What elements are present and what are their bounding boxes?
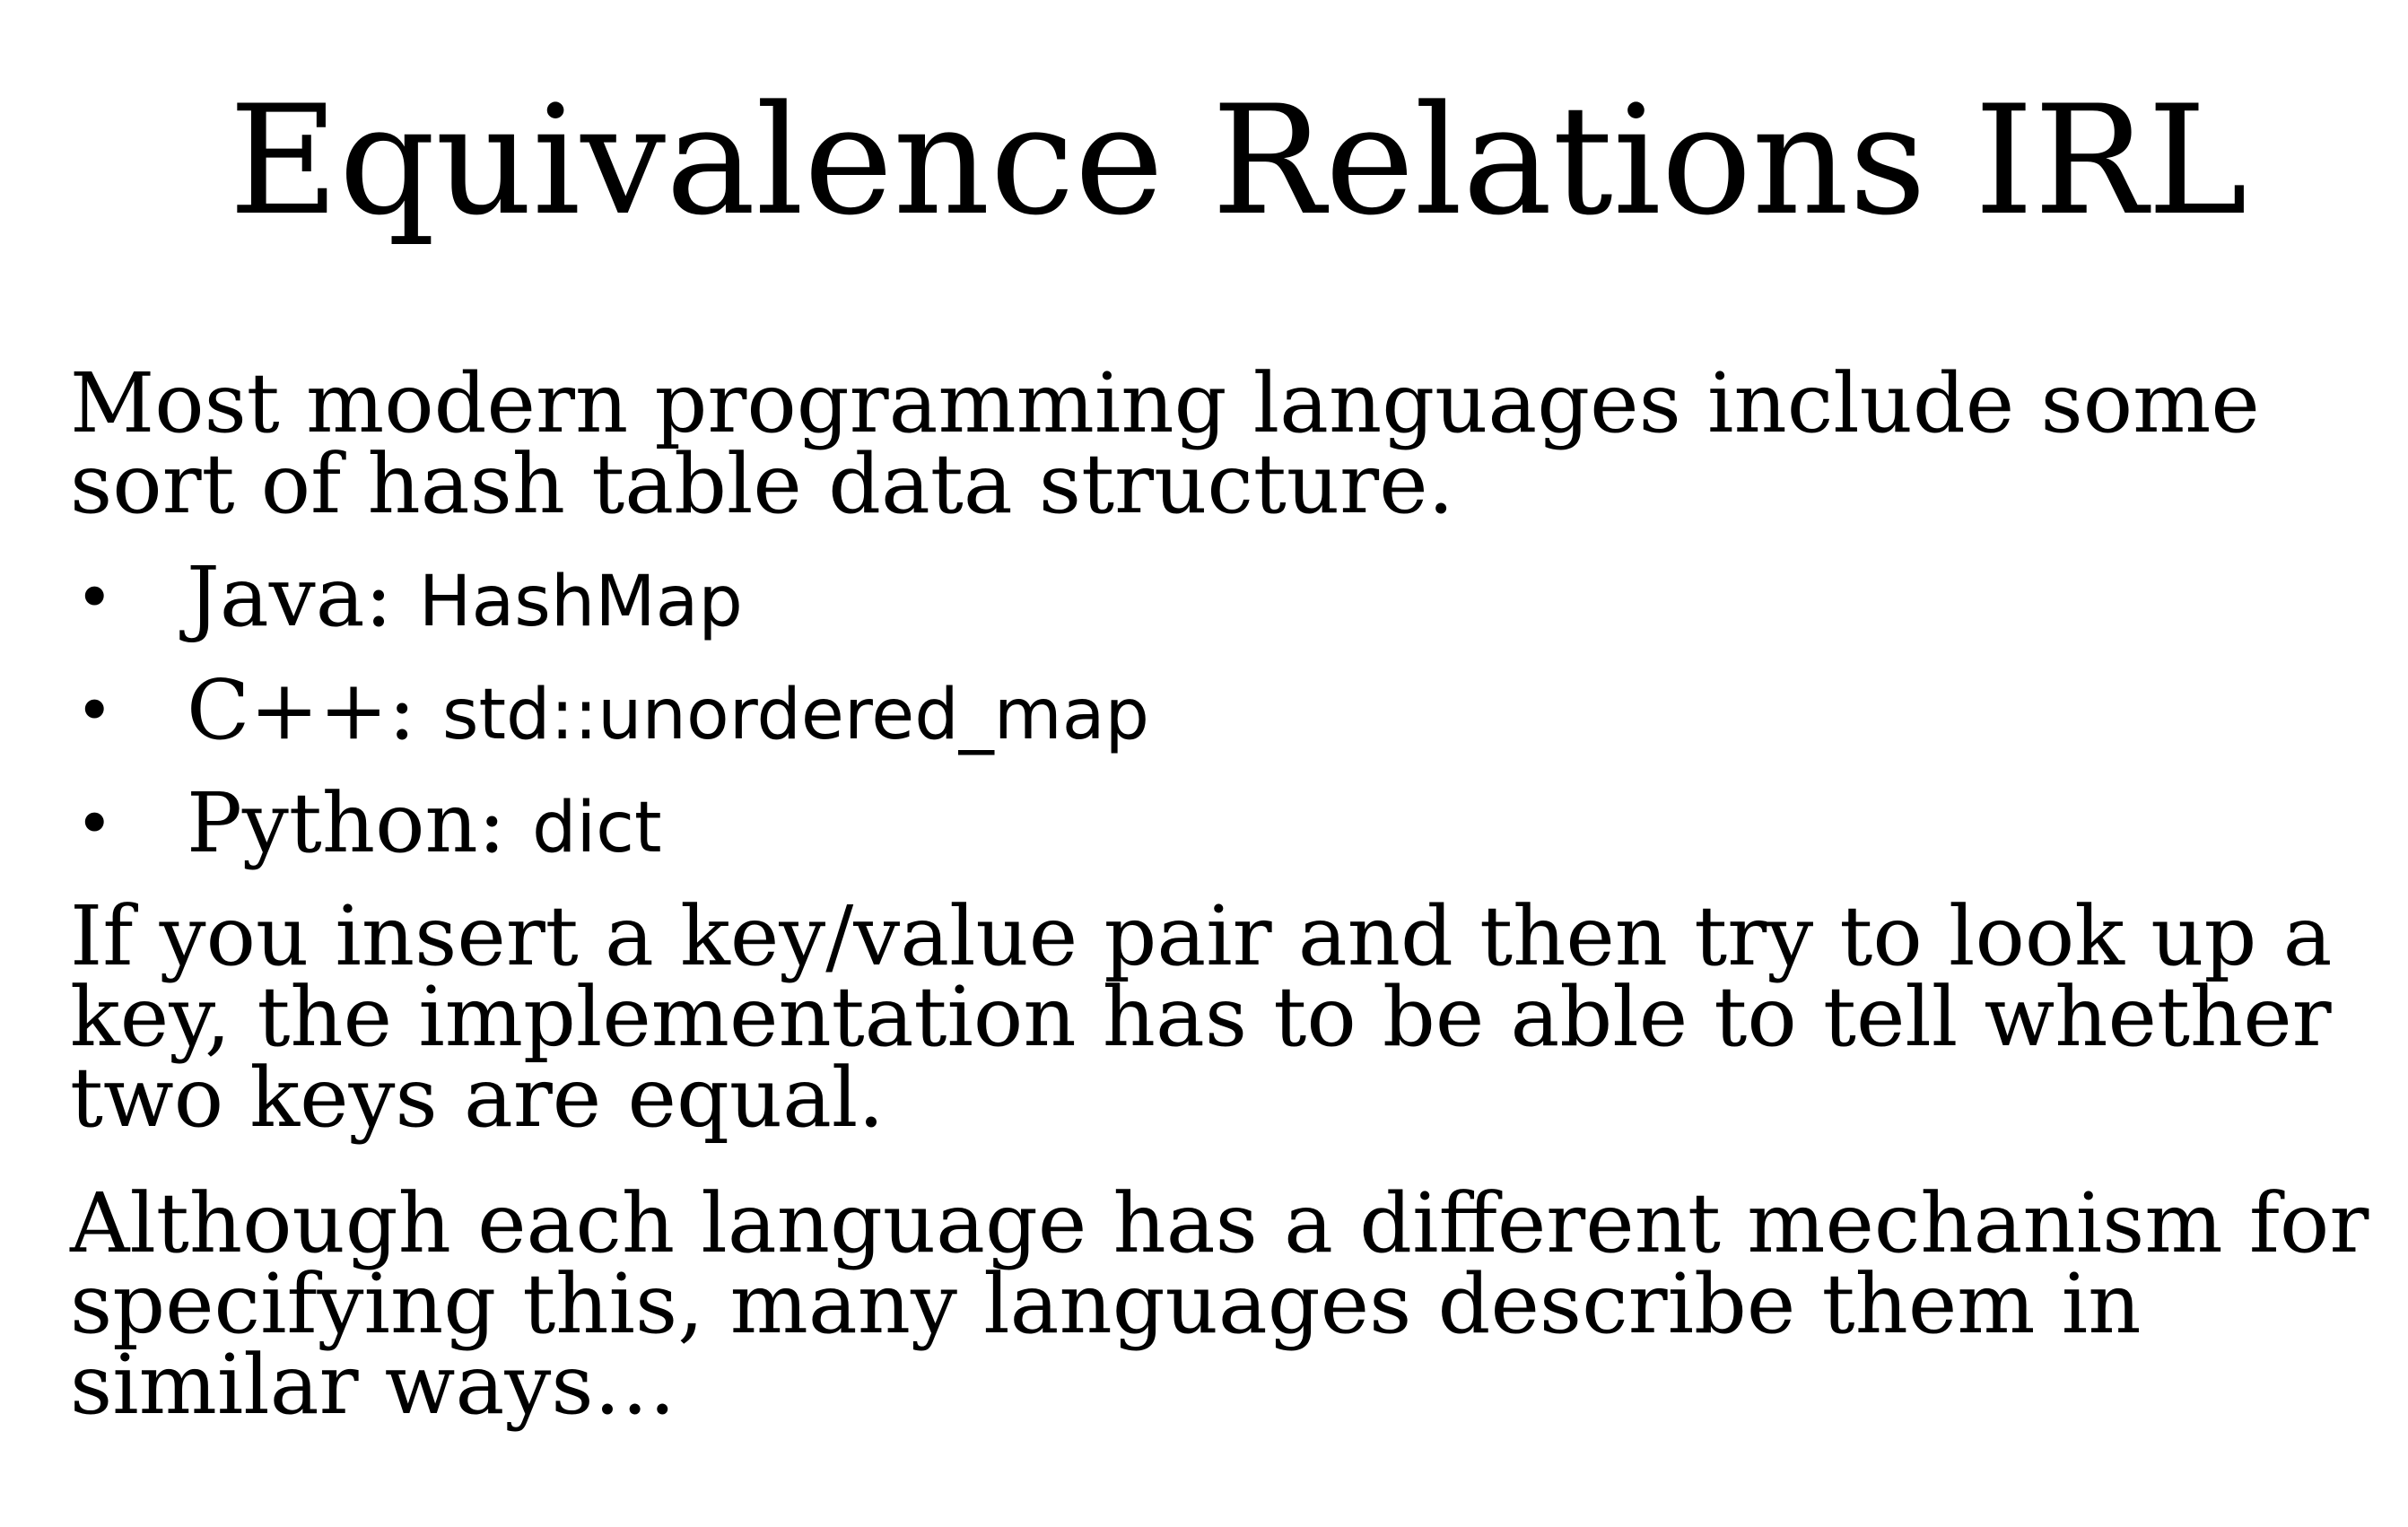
list-item-java: • Java: HashMap [70, 556, 2385, 643]
language-name: Java: [187, 549, 419, 645]
language-type: dict [531, 788, 662, 868]
language-list: • Java: HashMap • C++: std::unordered_ma… [70, 556, 2385, 869]
language-name: C++: [187, 662, 442, 758]
mechanism-paragraph: Although each language has a different m… [70, 1182, 2385, 1427]
bullet-icon: • [75, 560, 114, 635]
slide-title: Equivalence Relations IRL [229, 73, 2247, 249]
language-name: Python: [187, 775, 532, 871]
slide: Equivalence Relations IRL Most modern pr… [0, 0, 2408, 1527]
list-item-cpp: • C++: std::unordered_map [70, 669, 2385, 756]
lookup-paragraph: If you insert a key/value pair and then … [70, 895, 2385, 1139]
lookup-line-3: two keys are equal. [70, 1050, 885, 1146]
slide-body: Most modern programming languages includ… [70, 362, 2385, 1427]
language-type: std::unordered_map [441, 675, 1150, 755]
intro-paragraph: Most modern programming languages includ… [70, 362, 2385, 526]
list-item-python: • Python: dict [70, 782, 2385, 869]
mechanism-line-3: similar ways… [70, 1337, 676, 1433]
intro-line-2: sort of hash table data structure. [70, 436, 1454, 532]
bullet-icon: • [75, 673, 114, 748]
bullet-icon: • [75, 786, 114, 861]
language-type: HashMap [418, 562, 743, 642]
